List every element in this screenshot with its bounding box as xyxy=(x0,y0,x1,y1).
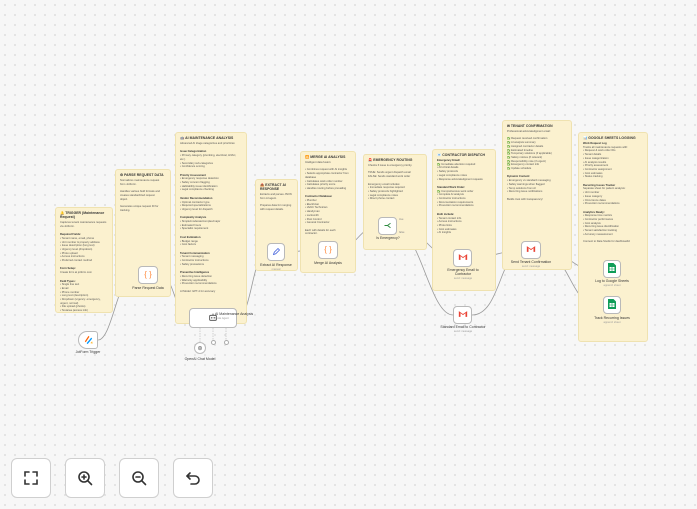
sticky-line: • Primary category (plumbing, electrical… xyxy=(180,154,237,158)
code-icon: { } xyxy=(324,245,332,254)
is-emergency-label: Is Emergency? xyxy=(376,236,400,240)
sticky-title: ✉ TENANT CONFIRMATION xyxy=(507,124,553,128)
branch-icon xyxy=(383,221,392,232)
sticky-body: Work Request Log Tracks all maintenance r… xyxy=(583,142,644,244)
sticky-body: Advanced AI triage categorizes and prior… xyxy=(180,142,243,293)
sticky-body: Captures tenant maintenance requests via … xyxy=(60,221,109,313)
sticky-line xyxy=(437,208,492,212)
log-google-sheets-label: Log to Google Sheets append: sheet xyxy=(595,279,629,287)
sticky-trigger[interactable]: 🔔 TRIGGER (Maintenance Request) Captures… xyxy=(55,207,113,313)
openai-chat-model-node[interactable]: ⊛ xyxy=(194,342,206,354)
sticky-title: 🤖 AI MAINTENANCE ANALYSIS xyxy=(180,136,234,140)
sticky-line: with request details. xyxy=(260,207,284,211)
false-branch-label: false xyxy=(399,231,405,234)
sticky-ai-analysis[interactable]: 🤖 AI MAINTENANCE ANALYSIS Advanced AI tr… xyxy=(175,132,247,324)
tenant-confirmation-label: Send Tenant Confirmation send: message xyxy=(510,260,552,268)
ai-agent-node[interactable]: AI Maintenance Analysis Tools Agent xyxy=(189,308,253,328)
sticky-title: 🔔 TRIGGER (Maintenance Request) xyxy=(60,211,105,219)
merge-analysis-label: Merge AI Analysis xyxy=(314,261,342,265)
emergency-email-label: Emergency Email to Contractor send: mess… xyxy=(447,268,479,280)
sticky-line xyxy=(60,228,109,232)
parse-request-label: Parse Request Data xyxy=(132,286,164,290)
sticky-line: • Direct phone contact xyxy=(368,197,395,201)
sticky-body: Professional acknowledgment email: ✅ Req… xyxy=(507,130,568,201)
sticky-title: 📧 CONTRACTOR DISPATCH xyxy=(437,153,486,157)
sticky-title: 📊 GOOGLE SHEETS LOGGING xyxy=(583,136,636,140)
sticky-line xyxy=(180,247,243,251)
standard-email-node[interactable] xyxy=(453,306,472,324)
track-recurring-node[interactable] xyxy=(603,296,621,314)
sticky-line xyxy=(180,146,243,150)
sticky-line xyxy=(180,192,243,196)
sticky-line xyxy=(60,263,109,267)
sticky-line xyxy=(180,231,243,235)
gmail-icon xyxy=(526,245,536,255)
sticky-title: 🔀 MERGE AI ANALYSIS xyxy=(305,155,346,159)
zoom-out-button[interactable] xyxy=(119,458,159,498)
fit-view-icon xyxy=(24,471,38,485)
sheets-icon xyxy=(608,299,616,311)
sticky-line: Connect to Data Studio for dashboards! xyxy=(583,240,631,244)
track-recurring-label: Track Recurring Issues append: sheet xyxy=(594,316,630,324)
undo-button[interactable] xyxy=(173,458,213,498)
code-icon: { } xyxy=(144,270,152,279)
jotform-trigger-node[interactable] xyxy=(78,331,98,349)
sticky-line xyxy=(180,267,243,271)
gmail-icon xyxy=(458,253,468,263)
sheets-icon xyxy=(608,263,616,275)
standard-email-label: Standard Email to Contractor send: messa… xyxy=(440,325,486,333)
openai-label: OpenAI Chat Model xyxy=(184,357,216,361)
memory-port[interactable] xyxy=(211,340,216,345)
sticky-line xyxy=(437,181,492,185)
sticky-line xyxy=(507,171,568,175)
sticky-body: Emergency Email: ✅ Immediate attention re… xyxy=(437,159,492,235)
tool-port[interactable] xyxy=(224,340,229,345)
sticky-line xyxy=(583,179,644,183)
sticky-line: AI Model: GPT-4 for accuracy xyxy=(180,289,216,293)
sticky-title: 📤 EXTRACT AI RESPONSE xyxy=(260,183,286,191)
extract-response-label: Extract AI Response manual xyxy=(260,263,292,271)
sticky-line: Builds trust with transparency! xyxy=(507,197,543,201)
true-branch-label: true xyxy=(399,218,404,221)
ai-agent-label: AI Maintenance Analysis Tools Agent xyxy=(215,312,254,320)
sticky-line xyxy=(180,169,243,173)
sticky-body: Extracts and parses JSON from AI agent. P… xyxy=(260,193,294,212)
sticky-line xyxy=(180,212,243,216)
jotform-icon xyxy=(83,334,94,347)
jotform-trigger-label: JotForm Trigger xyxy=(75,350,101,354)
sticky-line: contractor. xyxy=(305,232,318,236)
sticky-line xyxy=(583,206,644,210)
pencil-icon xyxy=(272,247,281,258)
sticky-line xyxy=(305,191,352,195)
extract-response-node[interactable] xyxy=(267,243,285,261)
emergency-email-node[interactable] xyxy=(453,249,472,267)
openai-icon: ⊛ xyxy=(197,345,203,352)
parse-request-node[interactable]: { } xyxy=(138,266,158,284)
sticky-title: ⚙ PARSE REQUEST DATA xyxy=(120,173,164,177)
sticky-line: • Textarea (access info) xyxy=(60,309,88,313)
is-emergency-node[interactable] xyxy=(378,217,397,235)
zoom-out-icon xyxy=(132,471,147,486)
gmail-icon xyxy=(458,310,468,320)
sticky-title: 🚨 EMERGENCY ROUTING xyxy=(368,158,413,162)
merge-analysis-node[interactable]: { } xyxy=(318,241,338,259)
zoom-in-button[interactable] xyxy=(65,458,105,498)
zoom-in-icon xyxy=(78,471,93,486)
sticky-line: • AI insights xyxy=(437,231,451,235)
sticky-line: tracking. xyxy=(120,208,131,212)
sticky-line: Advanced AI triage categorizes and prior… xyxy=(180,142,236,145)
undo-icon xyxy=(186,472,200,485)
sticky-line xyxy=(60,275,109,279)
sticky-body: Normalizes maintenance request from JotFo… xyxy=(120,179,167,212)
fit-view-button[interactable] xyxy=(11,458,51,498)
sticky-line: • Handles routing before prevailing xyxy=(305,186,347,190)
sticky-body: Intelligent data fusion: • Combines requ… xyxy=(305,161,352,236)
sticky-body: Checks if issue is emergency priority. T… xyxy=(368,164,423,201)
log-google-sheets-node[interactable] xyxy=(603,260,621,278)
tenant-confirmation-node[interactable] xyxy=(521,241,541,259)
